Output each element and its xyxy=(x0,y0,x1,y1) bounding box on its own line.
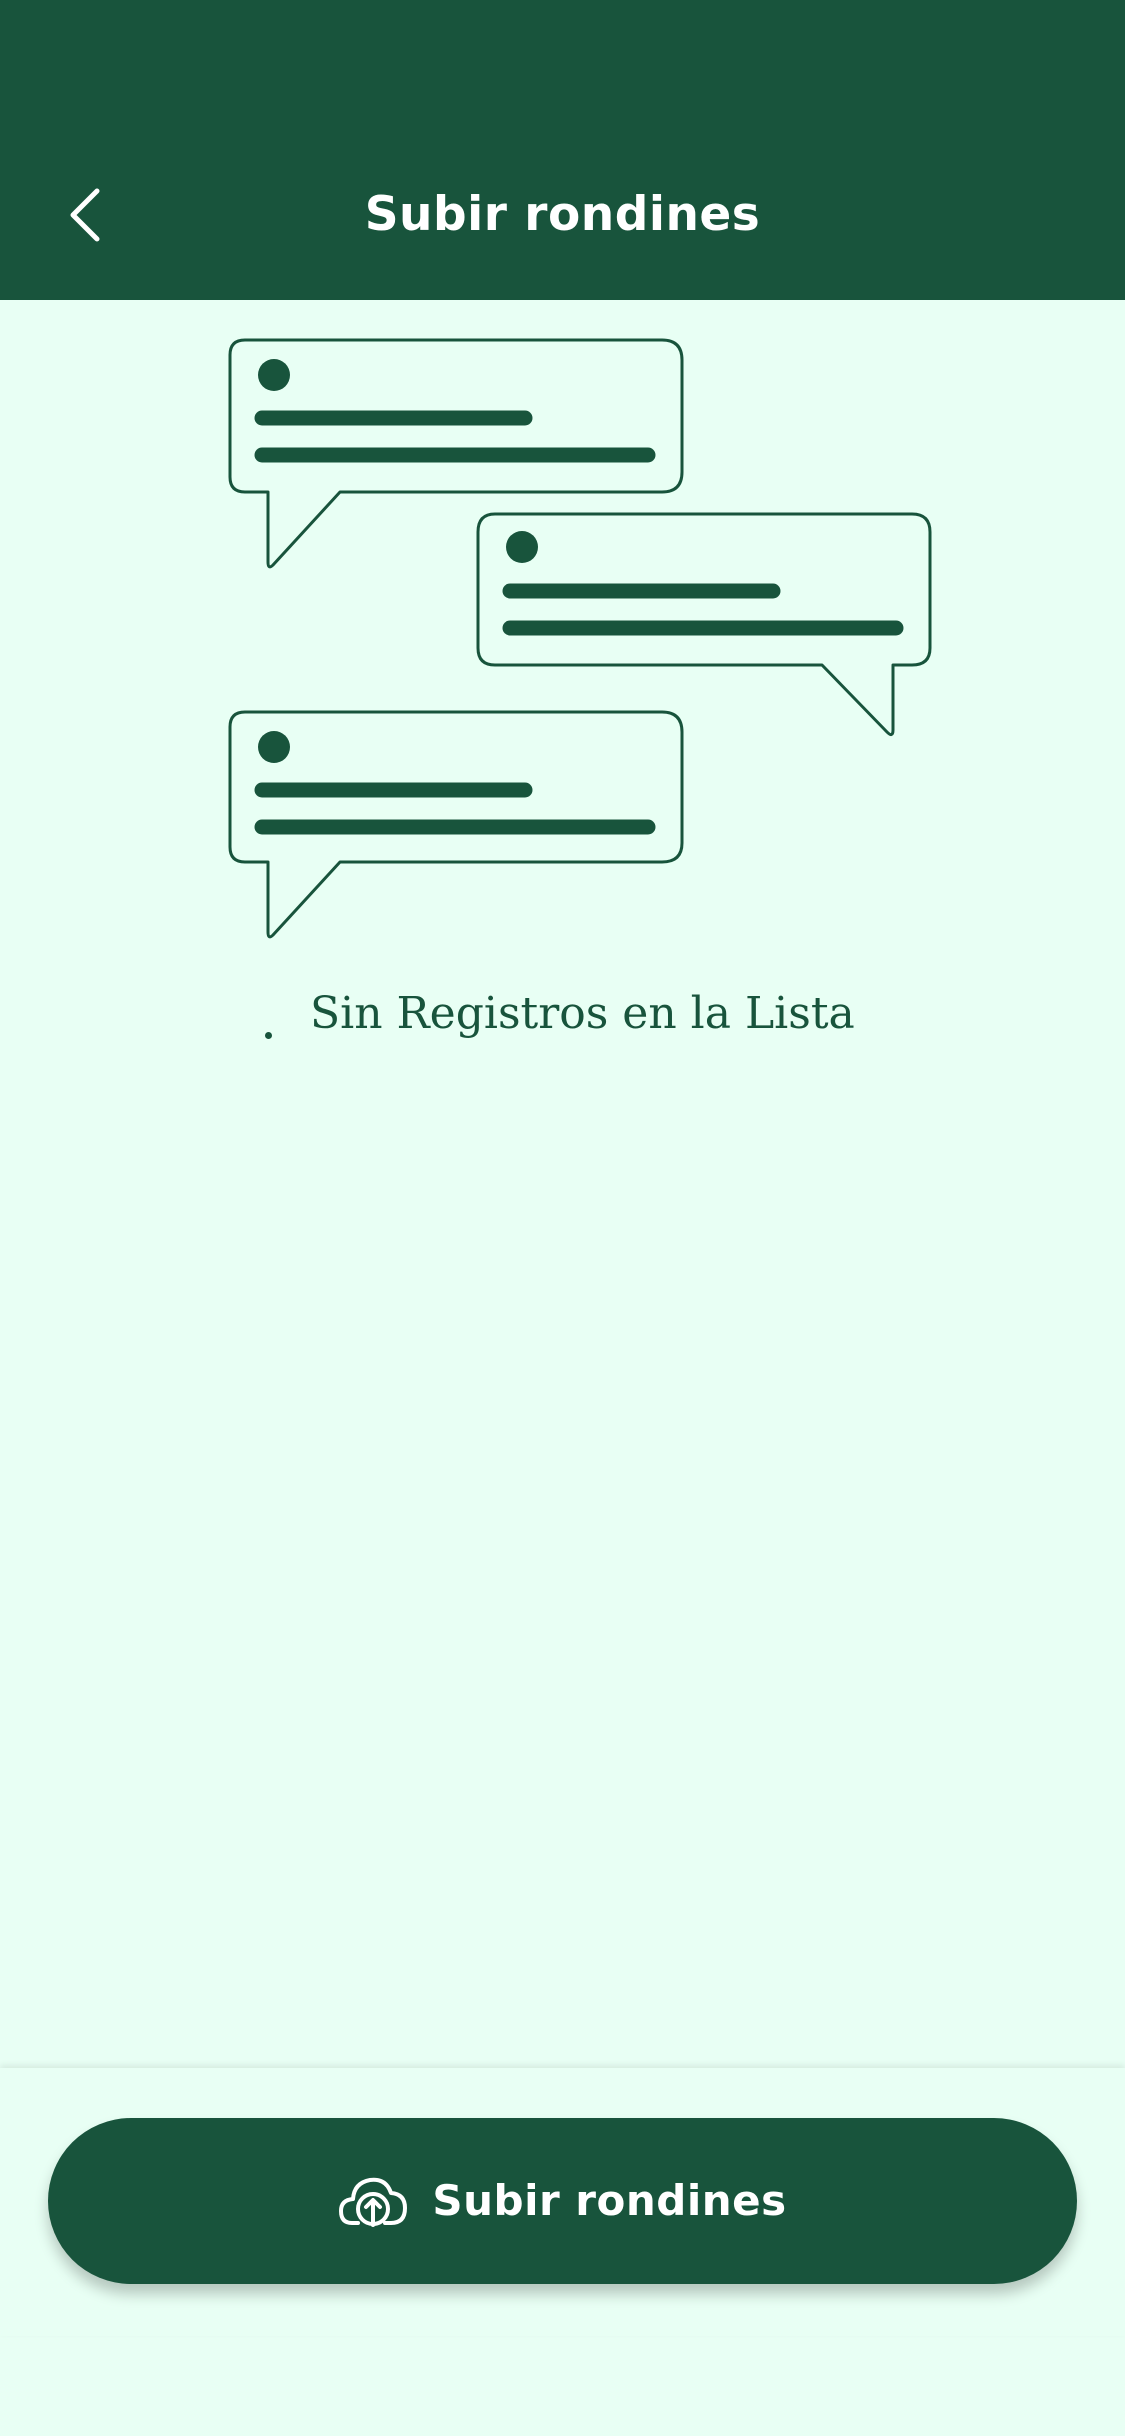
empty-state-message: Sin Registros en la Lista xyxy=(310,988,855,1039)
chat-bubble-1 xyxy=(228,338,684,569)
page-title: Subir rondines xyxy=(364,187,761,242)
chat-bubble-3 xyxy=(228,710,684,939)
upload-rounds-button[interactable]: Subir rondines xyxy=(48,2118,1077,2284)
empty-state: Sin Registros en la Lista xyxy=(0,980,1125,1050)
chat-bubble-2 xyxy=(476,512,932,737)
chat-bubbles-illustration xyxy=(228,338,932,939)
bullet-dot xyxy=(265,1032,272,1039)
bottom-action-bar: Subir rondines xyxy=(0,2068,1125,2336)
app-header: Subir rondines xyxy=(0,0,1125,300)
upload-button-label: Subir rondines xyxy=(432,2176,787,2225)
cloud-upload-icon xyxy=(338,2173,408,2229)
